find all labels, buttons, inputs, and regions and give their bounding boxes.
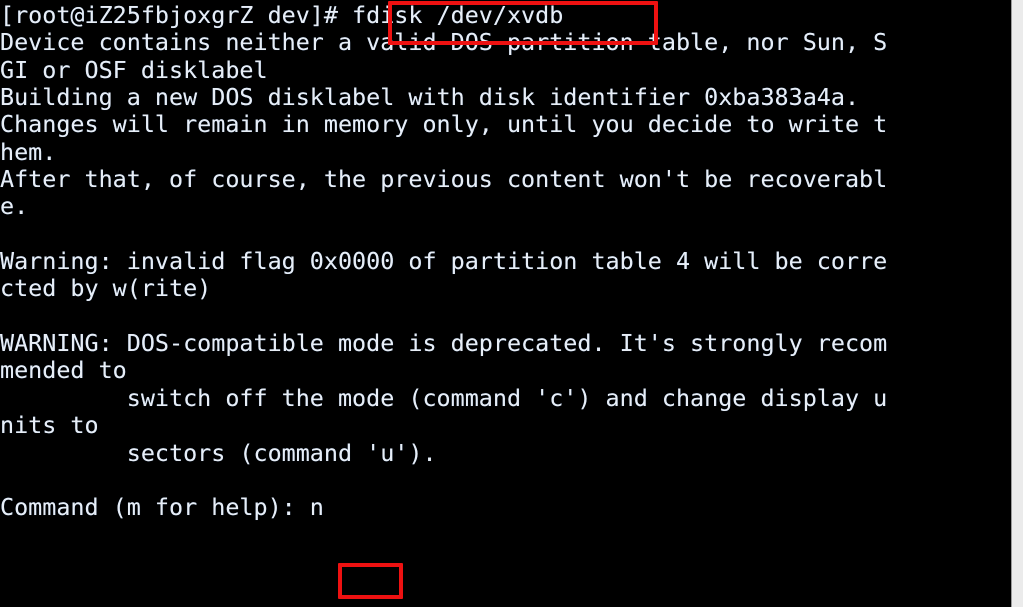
scrollbar-thumb[interactable]: [1013, 0, 1023, 607]
terminal-line: switch off the mode (command 'c') and ch…: [0, 383, 888, 412]
terminal-line: nits to: [0, 411, 99, 440]
terminal-line-warning: WARNING: DOS-compatible mode is deprecat…: [0, 329, 888, 358]
terminal-output: [root@iZ25fbjoxgrZ dev]# fdisk /dev/xvdb…: [0, 1, 888, 522]
vertical-scrollbar[interactable]: [1011, 0, 1023, 607]
terminal-line: hem.: [0, 137, 57, 166]
terminal-line: GI or OSF disklabel: [0, 55, 268, 84]
terminal-line: mended to: [0, 356, 127, 385]
terminal-line: cted by w(rite): [0, 274, 212, 303]
terminal-line: sectors (command 'u').: [0, 438, 437, 467]
terminal-line: Device contains neither a valid DOS part…: [0, 28, 888, 57]
terminal-line-fdisk-prompt: Command (m for help): n: [0, 493, 324, 522]
terminal-line: After that, of course, the previous cont…: [0, 165, 888, 194]
terminal-line: Building a new DOS disklabel with disk i…: [0, 83, 860, 112]
terminal-screen[interactable]: [root@iZ25fbjoxgrZ dev]# fdisk /dev/xvdb…: [0, 0, 1011, 607]
terminal-line: e.: [0, 192, 29, 221]
terminal-line-warning: Warning: invalid flag 0x0000 of partitio…: [0, 247, 888, 276]
terminal-window: [root@iZ25fbjoxgrZ dev]# fdisk /dev/xvdb…: [0, 0, 1023, 607]
terminal-line-prompt-command: [root@iZ25fbjoxgrZ dev]# fdisk /dev/xvdb: [0, 1, 564, 29]
terminal-line: Changes will remain in memory only, unti…: [0, 110, 888, 139]
